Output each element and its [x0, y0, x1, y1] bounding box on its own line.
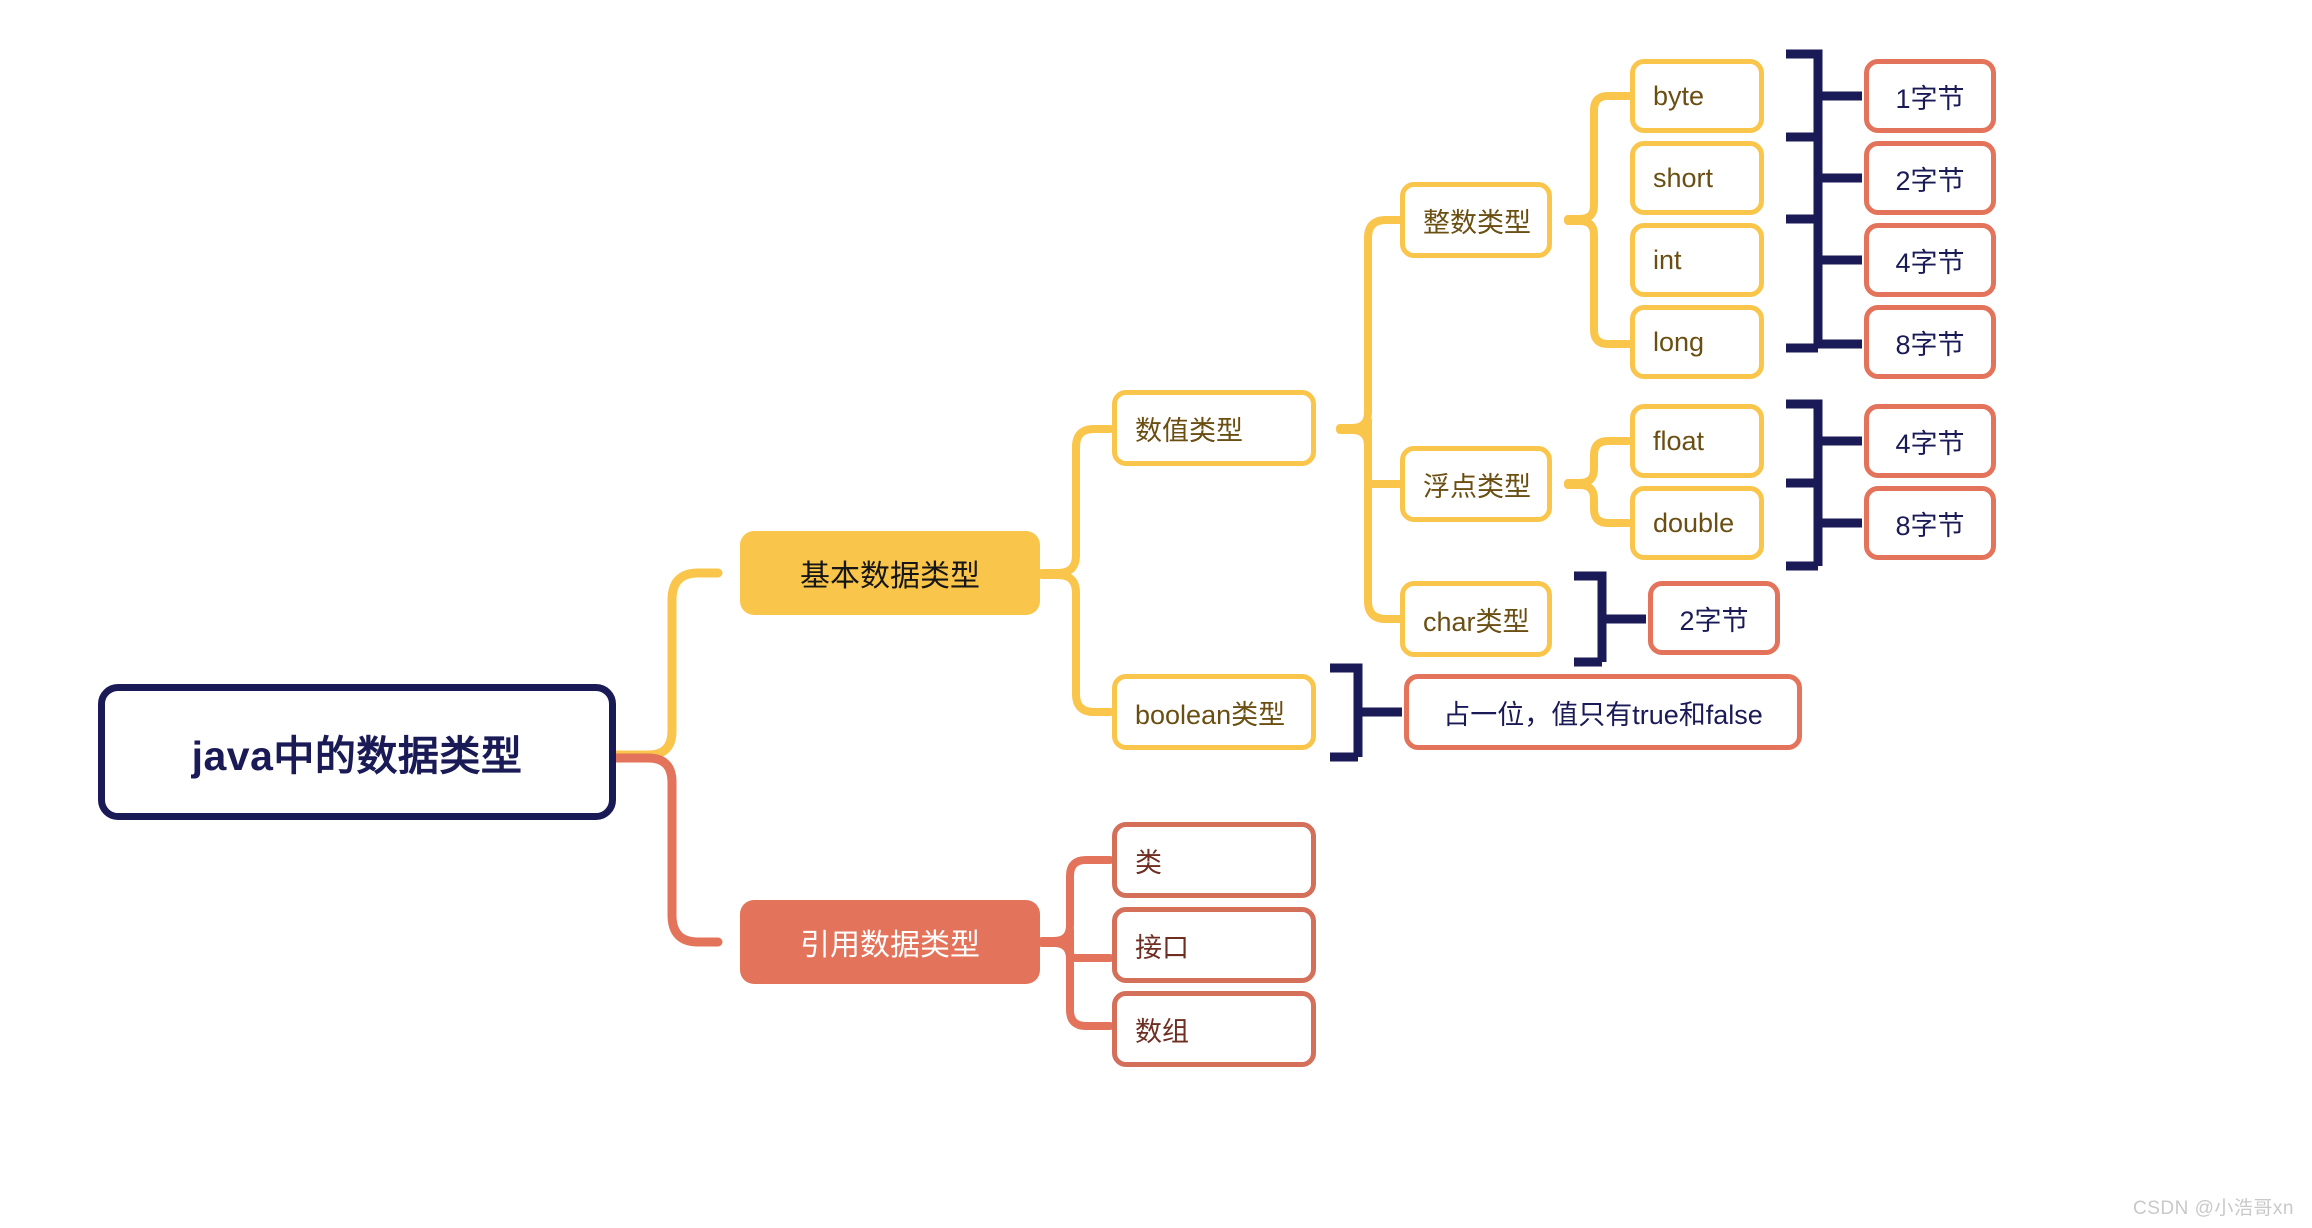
node-float-size[interactable]: 4字节 [1864, 404, 1996, 478]
node-integer-type[interactable]: 整数类型 [1400, 182, 1552, 258]
node-short-label: short [1653, 162, 1714, 193]
node-interface-label: 接口 [1135, 932, 1189, 963]
node-int-size[interactable]: 4字节 [1864, 223, 1996, 297]
node-int-label: int [1653, 244, 1682, 275]
connector-numeric-brace [1336, 216, 1404, 623]
node-byte[interactable]: byte [1630, 59, 1764, 133]
node-long[interactable]: long [1630, 305, 1764, 379]
csdn-watermark: CSDN @小浩哥xn [2133, 1198, 2294, 1219]
node-array-label: 数组 [1135, 1016, 1189, 1047]
connector-boolean-desc-bracket [1330, 663, 1402, 762]
node-char-type[interactable]: char类型 [1400, 581, 1552, 657]
node-char-size[interactable]: 2字节 [1648, 581, 1780, 655]
node-short-size-label: 2字节 [1895, 165, 1965, 196]
node-boolean-description[interactable]: 占一位，值只有true和false [1404, 674, 1802, 750]
node-char-size-label: 2字节 [1679, 605, 1749, 636]
node-reference-data-type-label: 引用数据类型 [800, 929, 980, 962]
node-double[interactable]: double [1630, 486, 1764, 560]
node-byte-size-label: 1字节 [1895, 83, 1965, 114]
connector-integer-brace [1564, 92, 1632, 348]
node-double-size[interactable]: 8字节 [1864, 486, 1996, 560]
node-long-size[interactable]: 8字节 [1864, 305, 1996, 379]
node-double-label: double [1653, 507, 1735, 538]
node-interface[interactable]: 接口 [1112, 907, 1316, 983]
node-class-label: 类 [1135, 847, 1162, 878]
node-long-size-label: 8字节 [1895, 329, 1965, 360]
connector-float-sizes-bracket [1786, 399, 1862, 571]
node-floating-point-type-label: 浮点类型 [1423, 471, 1531, 502]
connector-primitive-brace [1038, 425, 1114, 716]
node-array[interactable]: 数组 [1112, 991, 1316, 1067]
node-int-size-label: 4字节 [1895, 247, 1965, 278]
node-boolean-type-label: boolean类型 [1135, 699, 1286, 730]
node-short-size[interactable]: 2字节 [1864, 141, 1996, 215]
node-numeric-type-label: 数值类型 [1135, 415, 1243, 446]
connector-char-size-bracket [1574, 571, 1646, 667]
node-short[interactable]: short [1630, 141, 1764, 215]
node-byte-label: byte [1653, 80, 1705, 111]
node-boolean-type[interactable]: boolean类型 [1112, 674, 1316, 750]
connector-float-brace [1564, 437, 1632, 527]
node-integer-type-label: 整数类型 [1423, 207, 1531, 238]
connector-reference-brace [1038, 856, 1114, 1030]
node-int[interactable]: int [1630, 223, 1764, 297]
node-float-label: float [1653, 425, 1705, 456]
node-root-label: java中的数据类型 [191, 733, 523, 779]
node-double-size-label: 8字节 [1895, 510, 1965, 541]
node-floating-point-type[interactable]: 浮点类型 [1400, 446, 1552, 522]
connector-root-brace [611, 568, 723, 947]
node-byte-size[interactable]: 1字节 [1864, 59, 1996, 133]
node-boolean-description-label: 占一位，值只有true和false [1443, 699, 1763, 730]
node-long-label: long [1653, 326, 1705, 357]
node-char-type-label: char类型 [1423, 606, 1530, 637]
node-float-size-label: 4字节 [1895, 428, 1965, 459]
node-primitive-data-type-label: 基本数据类型 [800, 560, 980, 593]
node-root[interactable]: java中的数据类型 [98, 684, 616, 820]
node-primitive-data-type[interactable]: 基本数据类型 [740, 531, 1040, 615]
connector-integer-sizes-bracket [1786, 49, 1862, 353]
node-class[interactable]: 类 [1112, 822, 1316, 898]
node-float[interactable]: float [1630, 404, 1764, 478]
node-reference-data-type[interactable]: 引用数据类型 [740, 900, 1040, 984]
node-numeric-type[interactable]: 数值类型 [1112, 390, 1316, 466]
